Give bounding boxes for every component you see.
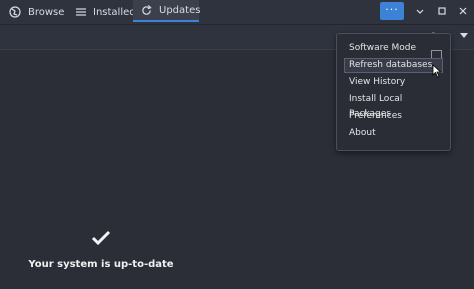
tab-browse-label: Browse [28, 6, 65, 18]
mouse-cursor-icon [432, 64, 442, 81]
checkmark-icon [91, 230, 111, 249]
menu-item-about[interactable]: About [344, 126, 443, 141]
refresh-icon [141, 4, 152, 16]
status-message: Your system is up-to-date [28, 259, 174, 270]
menu-item-view-history[interactable]: View History [344, 75, 443, 90]
menu-item-label: View History [349, 77, 406, 87]
tab-browse[interactable]: Browse [9, 0, 64, 24]
close-icon[interactable] [456, 4, 470, 18]
tab-installed[interactable]: Installed [76, 0, 136, 24]
menu-item-label: Preferences [349, 111, 402, 121]
tab-installed-label: Installed [93, 6, 136, 18]
minimize-icon[interactable] [413, 4, 427, 18]
list-icon [76, 7, 86, 17]
globe-icon [9, 6, 21, 18]
menu-item-install-local-packages[interactable]: Install Local Packages [344, 92, 443, 119]
chevron-down-icon[interactable] [460, 33, 468, 38]
menu-item-label: About [349, 128, 376, 138]
header-bar: Browse Installed Updates ··· [0, 0, 474, 25]
hamburger-menu-button[interactable]: ··· [380, 2, 404, 20]
menu-item-label: Refresh databases [349, 60, 433, 70]
tab-updates-label: Updates [159, 4, 201, 16]
tab-updates[interactable]: Updates [133, 0, 201, 22]
menu-item-refresh-databases[interactable]: Refresh databases [344, 58, 443, 73]
maximize-icon[interactable] [435, 4, 449, 18]
menu-item-preferences[interactable]: Preferences [344, 109, 443, 124]
menu-item-software-mode[interactable]: Software Mode [344, 41, 443, 61]
menu-item-label: Software Mode [349, 43, 417, 53]
overflow-menu: Software Mode Refresh databases View His… [336, 33, 451, 151]
